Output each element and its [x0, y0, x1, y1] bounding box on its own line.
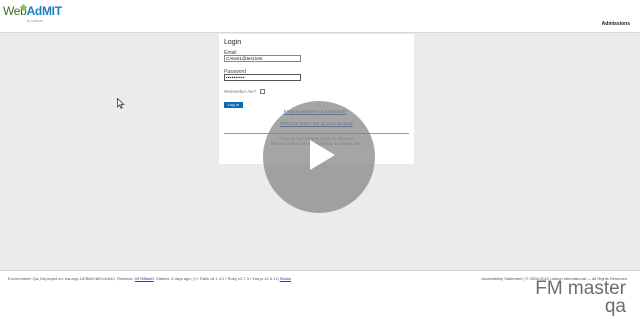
remember-me-checkbox[interactable]: [260, 89, 265, 94]
video-play-button[interactable]: [263, 101, 375, 213]
revision-link[interactable]: 0576f8ad0: [135, 276, 154, 281]
login-button[interactable]: Log In: [224, 102, 243, 108]
mouse-cursor-icon: [117, 98, 125, 109]
logo-subtitle: by LIAISON: [27, 19, 43, 23]
top-navigation-bar: WebAdMIT by LIAISON Admissions: [0, 0, 640, 33]
logo-text: WebAdMIT: [3, 4, 62, 18]
email-field[interactable]: CAtest1@test.test: [224, 55, 301, 62]
page-footer: Environment: Qa; Deployed on: wa-app-187…: [0, 270, 640, 319]
webadmit-logo[interactable]: WebAdMIT by LIAISON: [3, 3, 65, 29]
environment-info: Environment: Qa; Deployed on: wa-app-187…: [8, 276, 291, 281]
remember-me-label: Remember me?: [224, 89, 257, 94]
admissions-link[interactable]: Admissions: [602, 21, 630, 27]
status-link[interactable]: Status: [280, 276, 291, 281]
video-watermark: FM master qa: [535, 278, 626, 317]
play-icon: [310, 140, 335, 170]
login-title: Login: [224, 39, 242, 46]
password-field[interactable]: ••••••••••: [224, 74, 301, 81]
